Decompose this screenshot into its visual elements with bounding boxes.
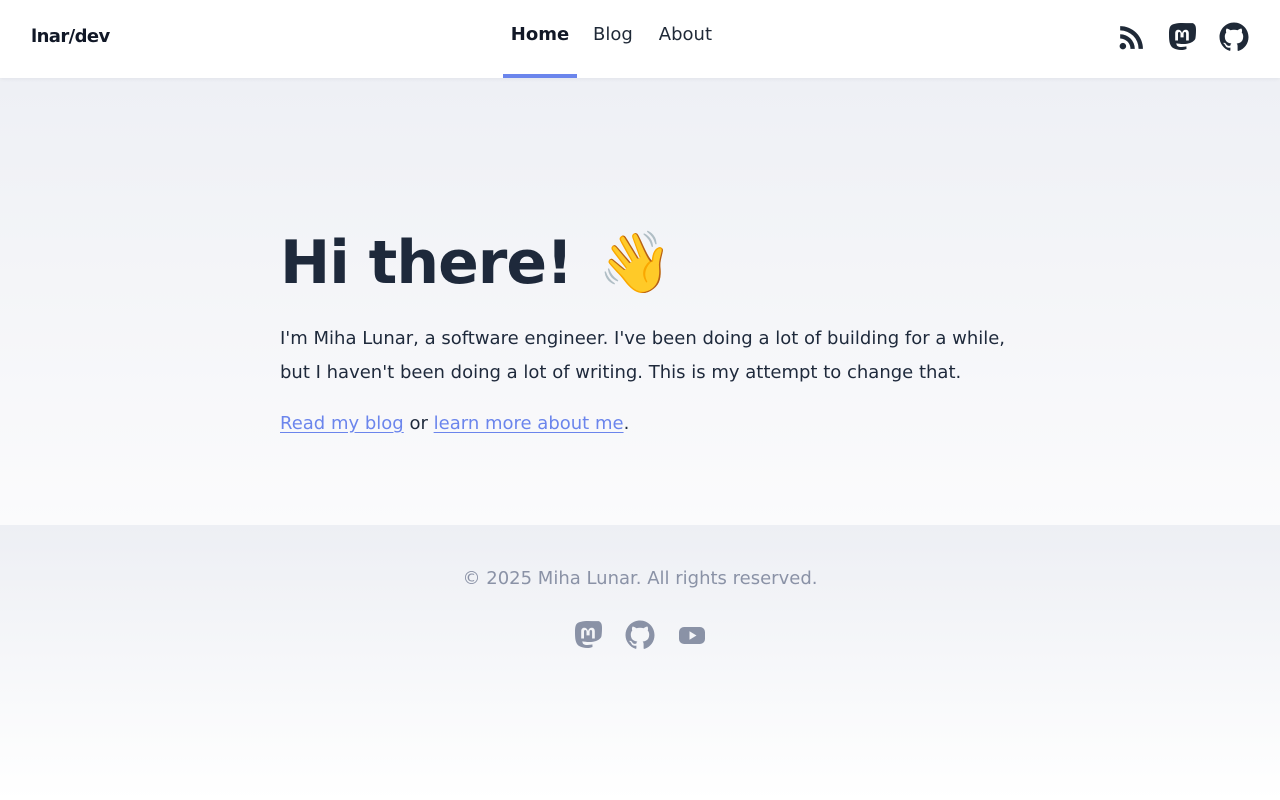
nav-blog[interactable]: Blog xyxy=(593,0,633,78)
github-icon[interactable] xyxy=(1218,21,1250,53)
hero-links: Read my blog or learn more about me. xyxy=(280,410,1020,438)
youtube-icon[interactable] xyxy=(676,619,708,651)
footer-social-links xyxy=(572,619,728,651)
mastodon-icon[interactable] xyxy=(1166,21,1198,53)
site-header: lnar/dev Home Blog About xyxy=(0,0,1280,78)
nav-home[interactable]: Home xyxy=(503,0,577,78)
link-connector: or xyxy=(409,413,428,434)
about-me-link[interactable]: learn more about me xyxy=(434,413,624,434)
main-nav: Home Blog About xyxy=(503,0,712,78)
waving-hand-icon: 👋 xyxy=(598,228,674,298)
rss-icon[interactable] xyxy=(1114,21,1146,53)
hero-intro: I'm Miha Lunar, a software engineer. I'v… xyxy=(280,328,1006,383)
hero-title: Hi there! 👋 xyxy=(280,226,1020,300)
site-logo[interactable]: lnar/dev xyxy=(31,26,110,47)
github-icon[interactable] xyxy=(624,619,656,651)
hero-section: Hi there! 👋 I'm Miha Lunar, a software e… xyxy=(0,78,1280,525)
link-trailing-period: . xyxy=(623,413,630,434)
copyright-text: © 2025 Miha Lunar. All rights reserved. xyxy=(462,568,818,589)
site-footer: © 2025 Miha Lunar. All rights reserved. xyxy=(0,525,1280,800)
read-blog-link[interactable]: Read my blog xyxy=(280,413,404,434)
hero-title-text: Hi there! xyxy=(280,228,573,298)
nav-about[interactable]: About xyxy=(659,0,712,78)
mastodon-icon[interactable] xyxy=(572,619,604,651)
header-social-links xyxy=(1094,21,1250,53)
hero-content: Hi there! 👋 I'm Miha Lunar, a software e… xyxy=(280,226,1020,438)
